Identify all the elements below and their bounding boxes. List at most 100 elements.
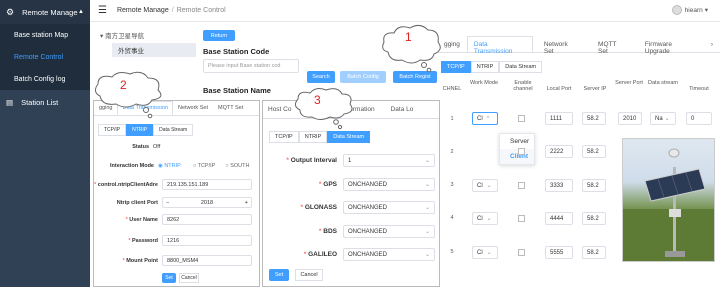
radio-south[interactable]: ○ SOUTH	[225, 163, 249, 169]
server-ip-input[interactable]: 58.2	[582, 179, 606, 192]
mount-point-input[interactable]: 8800_MSM4	[162, 255, 252, 266]
return-button[interactable]: Return	[203, 30, 235, 41]
local-port-input[interactable]: 5555	[545, 246, 573, 259]
button-label: Search	[312, 74, 330, 80]
server-ip-input[interactable]: 58.2	[582, 145, 606, 158]
tree-node-root[interactable]: ▾ 南方卫星导航	[100, 30, 196, 40]
col-header-data-stream: Data stream	[648, 80, 678, 86]
password-row: * Password 1216	[94, 235, 259, 246]
button-label: Cancel	[181, 275, 197, 281]
dropdown-option-server[interactable]: Server	[500, 134, 534, 149]
enable-channel-checkbox[interactable]	[518, 115, 525, 122]
tab-data-transmission[interactable]: Data Transmission	[466, 36, 533, 55]
enable-channel-checkbox[interactable]	[518, 148, 525, 155]
tree-node-child[interactable]: 外贸事业	[112, 43, 196, 57]
input-value: 58.2	[587, 115, 599, 122]
sidebar-item-base-station-map[interactable]: Base station Map	[0, 24, 90, 46]
search-button[interactable]: Search	[307, 71, 335, 83]
row-channel: 5	[450, 249, 454, 255]
radio-tcpip[interactable]: ○ TCP/IP	[193, 163, 216, 169]
sidebar-item-batch-config-log[interactable]: Batch Config log	[0, 68, 90, 90]
base-code-input[interactable]: Please input Base station cod	[203, 59, 299, 73]
work-mode-select[interactable]: Cl ⌄	[472, 246, 498, 259]
tab-mqtt-set[interactable]: MQTT Set	[213, 101, 248, 115]
sidebar-item-station-list[interactable]: ▤ Station List	[0, 90, 90, 114]
col-header-server-ip: Server IP	[583, 86, 607, 92]
chevron-right-icon[interactable]: ›	[704, 36, 720, 52]
interaction-mode-label: Interaction Mode	[109, 163, 154, 169]
select-value: 1	[348, 157, 352, 164]
set-button[interactable]: Set	[162, 273, 176, 283]
work-mode-select[interactable]: Cl ⌄	[472, 212, 498, 225]
subtab-tcpip[interactable]: TCP/IP	[98, 124, 127, 136]
cancel-button[interactable]: Cancel	[179, 273, 199, 283]
local-port-input[interactable]: 4444	[545, 212, 573, 225]
tab-network-set[interactable]: Network Set	[173, 101, 213, 115]
work-mode-select[interactable]: Cl ⌄	[472, 179, 498, 192]
button-label: Batch Config	[347, 74, 379, 80]
tab-data-log[interactable]: Data Lo	[386, 101, 419, 118]
input-value: 58.2	[587, 148, 599, 155]
breadcrumb-root[interactable]: Remote Manage	[117, 7, 169, 14]
subtab-data-stream[interactable]: Data Stream	[499, 61, 543, 73]
subtab-ntrip[interactable]: NTRIP	[470, 61, 500, 73]
select-value: Cl	[477, 215, 483, 222]
sidebar-group-remote-manage[interactable]: ⚙ Remote Manage ▲	[0, 0, 90, 24]
subtab-ntrip[interactable]: NTRIP	[298, 131, 328, 143]
local-port-input[interactable]: 1111	[545, 112, 573, 125]
input-value: 58.2	[587, 182, 599, 189]
plus-icon[interactable]: +	[245, 200, 248, 206]
subtab-ntrip[interactable]: NTRIP	[126, 124, 154, 136]
timeout-input[interactable]: 0	[686, 112, 712, 125]
minus-icon[interactable]: −	[166, 200, 169, 206]
select-value: Cl	[477, 249, 483, 256]
gps-select[interactable]: ONCHANGED ⌄	[343, 178, 435, 191]
output-interval-select[interactable]: 1 ⌄	[343, 154, 435, 167]
local-port-input[interactable]: 2222	[545, 145, 573, 158]
client-port-row: Ntrip client Port − 2018 +	[94, 197, 259, 208]
password-label: Password	[132, 237, 158, 244]
local-port-input[interactable]: 3333	[545, 179, 573, 192]
gps-row: * GPS ONCHANGED ⌄	[263, 178, 439, 191]
menu-toggle-icon[interactable]: ☰	[98, 5, 107, 16]
select-value: ONCHANGED	[348, 228, 388, 235]
user-name-input[interactable]: 8262	[162, 214, 252, 225]
cancel-button[interactable]: Cancel	[295, 269, 323, 281]
button-label: Cancel	[300, 272, 318, 278]
tab-firmware-upgrade[interactable]: Firmware Upgrade	[638, 36, 704, 55]
sidebar: ⚙ Remote Manage ▲ Base station Map Remot…	[0, 0, 90, 287]
chevron-down-icon: ⌄	[424, 205, 430, 211]
row-channel: 3	[450, 182, 454, 188]
server-port-input[interactable]: 2010	[618, 112, 642, 125]
server-ip-input[interactable]: 58.2	[582, 212, 606, 225]
work-mode-select[interactable]: Cl ^	[472, 112, 498, 125]
galileo-select[interactable]: ONCHANGED ⌄	[343, 248, 435, 261]
glonass-select[interactable]: ONCHANGED ⌄	[343, 201, 435, 214]
server-ip-input[interactable]: 58.2	[582, 112, 606, 125]
chevron-down-icon: ⌄	[664, 116, 670, 122]
sidebar-item-remote-control[interactable]: Remote Control	[0, 46, 90, 68]
radio-ntrip[interactable]: ◉ NTRIP	[158, 163, 181, 169]
callout-number-1: 1	[405, 30, 412, 44]
enable-channel-checkbox[interactable]	[518, 182, 525, 189]
user-menu[interactable]: hiearn ▾	[671, 5, 708, 15]
subtab-data-stream[interactable]: Data Stream	[153, 124, 194, 136]
bds-select[interactable]: ONCHANGED ⌄	[343, 225, 435, 238]
enable-channel-checkbox[interactable]	[518, 249, 525, 256]
tab-network-set[interactable]: Network Set	[537, 36, 585, 55]
server-ip-input[interactable]: 58.2	[582, 246, 606, 259]
data-stream-select[interactable]: Na ⌄	[650, 112, 676, 125]
client-address-input[interactable]: 219.135.151.189	[162, 179, 252, 190]
client-port-stepper[interactable]: − 2018 +	[162, 197, 252, 208]
tab-mqtt-set[interactable]: MQTT Set	[591, 36, 634, 55]
set-button[interactable]: Set	[269, 269, 289, 281]
subtab-tcpip[interactable]: TCP/IP	[269, 131, 299, 143]
subtab-data-stream[interactable]: Data Stream	[327, 131, 371, 143]
password-input[interactable]: 1216	[162, 235, 252, 246]
chevron-up-icon: ▲	[78, 9, 84, 15]
dropdown-option-client[interactable]: Client	[500, 149, 534, 164]
enable-channel-checkbox[interactable]	[518, 215, 525, 222]
chevron-down-icon: ⌄	[486, 216, 492, 222]
col-header-work-mode: Work Mode	[469, 80, 499, 86]
ntrip-settings-panel: gging Data Transmission Network Set MQTT…	[93, 100, 260, 287]
